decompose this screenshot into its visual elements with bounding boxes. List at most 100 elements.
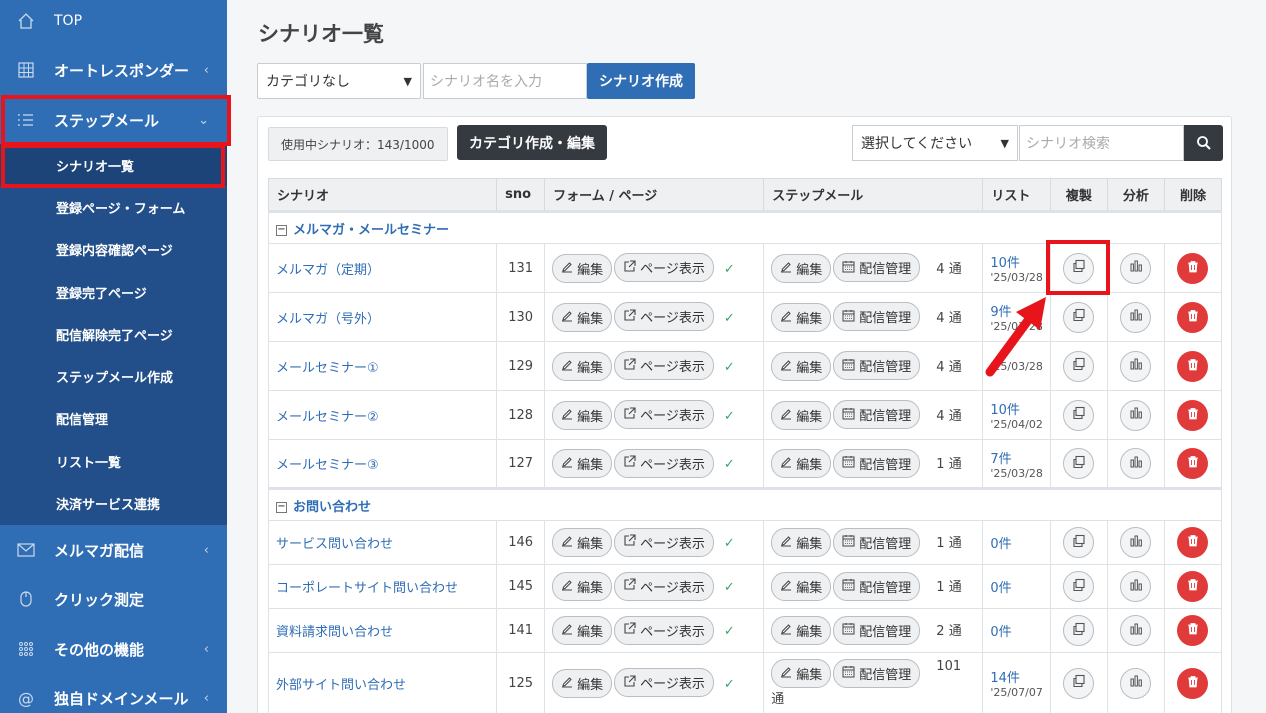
page-view-button[interactable]: ページ表示 [614,351,714,381]
scenario-link[interactable]: メールセミナー③ [276,458,379,473]
analyze-button[interactable] [1120,667,1152,699]
list-count-link[interactable]: 10件 [990,252,1042,271]
edit-form-button[interactable]: 編集 [552,302,613,332]
edit-form-button[interactable]: 編集 [552,528,613,558]
delivery-manage-button[interactable]: 配信管理 [833,253,921,283]
search-category-select[interactable]: 選択してください ▼ [852,125,1018,161]
edit-form-button[interactable]: 編集 [552,400,613,430]
submenu-list[interactable]: リスト一覧 [0,440,227,482]
submenu-register-page[interactable]: 登録ページ・フォーム [0,186,227,228]
delete-button[interactable] [1177,252,1209,284]
edit-form-button[interactable]: 編集 [552,351,613,381]
delivery-manage-button[interactable]: 配信管理 [833,658,921,688]
delete-button[interactable] [1177,667,1209,699]
analyze-button[interactable] [1120,615,1152,646]
delete-button[interactable] [1177,350,1209,382]
edit-form-button[interactable]: 編集 [552,572,613,602]
edit-stepmail-button[interactable]: 編集 [771,528,832,558]
delivery-manage-button[interactable]: 配信管理 [833,571,921,601]
edit-form-button[interactable]: 編集 [552,253,613,283]
submenu-confirm-page[interactable]: 登録内容確認ページ [0,228,227,270]
page-view-button[interactable]: ページ表示 [614,527,714,557]
delete-button[interactable] [1177,301,1209,333]
delete-button[interactable] [1177,527,1209,558]
copy-button[interactable] [1063,399,1095,431]
scenario-link[interactable]: 資料請求問い合わせ [276,625,393,640]
edit-stepmail-button[interactable]: 編集 [771,253,832,283]
delete-button[interactable] [1177,448,1209,479]
submenu-delivery[interactable]: 配信管理 [0,397,227,439]
nav-autoresponder[interactable]: オートレスポンダー ‹ [0,46,227,94]
list-count-link[interactable]: 7件 [990,448,1042,467]
analyze-button[interactable] [1120,252,1152,284]
copy-button[interactable] [1063,448,1095,479]
category-edit-button[interactable]: カテゴリ作成・編集 [457,125,607,160]
page-view-button[interactable]: ページ表示 [614,615,714,645]
submenu-unsubscribe-page[interactable]: 配信解除完了ページ [0,313,227,355]
scenario-link[interactable]: メールセミナー① [276,361,379,376]
submenu-complete-page[interactable]: 登録完了ページ [0,271,227,313]
page-view-button[interactable]: ページ表示 [614,571,714,601]
scenario-search-input[interactable]: シナリオ検索 [1019,125,1184,161]
page-view-button[interactable]: ページ表示 [614,253,714,283]
page-view-button[interactable]: ページ表示 [614,400,714,430]
edit-stepmail-button[interactable]: 編集 [771,449,832,479]
nav-domain-mail[interactable]: @ 独自ドメインメール ‹ [0,674,227,713]
list-count-link[interactable]: 0件 [990,621,1042,640]
edit-stepmail-button[interactable]: 編集 [771,616,832,646]
copy-button[interactable] [1063,350,1095,382]
category-cell[interactable]: − お問い合わせ [268,487,1222,521]
search-button[interactable] [1184,125,1223,161]
collapse-icon[interactable]: − [276,501,287,513]
nav-top[interactable]: TOP [0,0,227,45]
category-select[interactable]: カテゴリなし ▼ [257,63,421,99]
submenu-payment[interactable]: 決済サービス連携 [0,482,227,524]
delete-button[interactable] [1177,571,1209,602]
page-view-button[interactable]: ページ表示 [614,668,714,698]
submenu-stepmail-create[interactable]: ステップメール作成 [0,355,227,397]
copy-button[interactable] [1063,615,1095,646]
edit-stepmail-button[interactable]: 編集 [771,302,832,332]
edit-stepmail-button[interactable]: 編集 [771,400,832,430]
scenario-link[interactable]: メールセミナー② [276,410,379,425]
analyze-button[interactable] [1120,350,1152,382]
nav-other[interactable]: その他の機能 ‹ [0,625,227,673]
list-count-link[interactable]: 0件 [990,533,1042,552]
list-count-link[interactable]: 0件 [990,577,1042,596]
delivery-manage-button[interactable]: 配信管理 [833,400,921,430]
analyze-button[interactable] [1120,301,1152,333]
scenario-link[interactable]: コーポレートサイト問い合わせ [276,581,458,596]
edit-form-button[interactable]: 編集 [552,616,613,646]
list-count-link[interactable]: 14件 [990,667,1042,686]
delete-button[interactable] [1177,399,1209,431]
delete-button[interactable] [1177,615,1209,646]
delivery-manage-button[interactable]: 配信管理 [833,302,921,332]
delivery-manage-button[interactable]: 配信管理 [833,527,921,557]
analyze-button[interactable] [1120,399,1152,431]
copy-button[interactable] [1063,527,1095,558]
copy-button[interactable] [1063,301,1095,333]
scenario-link[interactable]: 外部サイト問い合わせ [276,678,406,693]
create-scenario-button[interactable]: シナリオ作成 [587,63,695,99]
collapse-icon[interactable]: − [276,224,287,236]
delivery-manage-button[interactable]: 配信管理 [833,615,921,645]
copy-button[interactable] [1063,571,1095,602]
scenario-link[interactable]: メルマガ（号外） [276,312,380,327]
analyze-button[interactable] [1120,571,1152,602]
analyze-button[interactable] [1120,448,1152,479]
edit-form-button[interactable]: 編集 [552,668,613,698]
edit-stepmail-button[interactable]: 編集 [771,659,832,689]
scenario-link[interactable]: サービス問い合わせ [276,537,393,552]
category-cell[interactable]: − メルマガ・メールセミナー [268,210,1222,244]
scenario-name-input[interactable]: シナリオ名を入力 [423,63,587,99]
delivery-manage-button[interactable]: 配信管理 [833,351,921,381]
nav-newsletter[interactable]: メルマガ配信 ‹ [0,526,227,574]
page-view-button[interactable]: ページ表示 [614,448,714,478]
edit-stepmail-button[interactable]: 編集 [771,351,832,381]
copy-button[interactable] [1063,667,1095,699]
nav-click-measure[interactable]: クリック測定 [0,575,227,623]
page-view-button[interactable]: ページ表示 [614,302,714,332]
analyze-button[interactable] [1120,527,1152,558]
delivery-manage-button[interactable]: 配信管理 [833,448,921,478]
edit-form-button[interactable]: 編集 [552,449,613,479]
